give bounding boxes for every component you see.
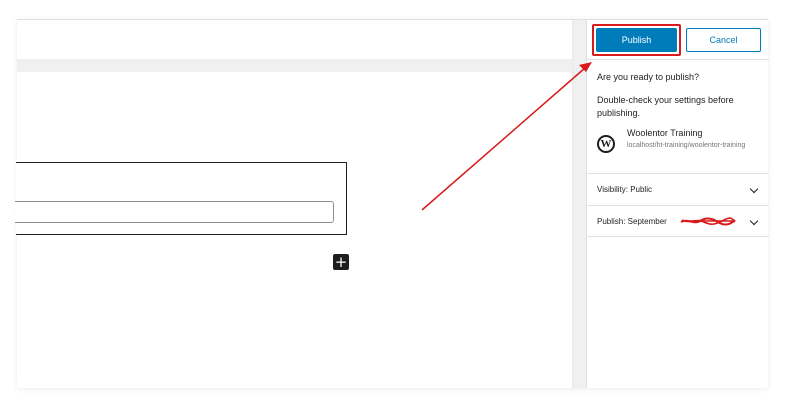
redaction-scribble: [680, 217, 736, 226]
block-inserter-button[interactable]: +: [333, 254, 349, 270]
site-url: localhost/ht-training/woolentor-training: [627, 142, 746, 149]
editor-toolbar: [17, 20, 572, 59]
publish-panel-header: Publish Cancel: [587, 20, 769, 60]
editor-canvas[interactable]: +: [15, 72, 572, 388]
plus-icon: +: [334, 252, 348, 271]
publish-date-panel[interactable]: Publish: September: [587, 205, 769, 237]
publish-panel: Publish Cancel Are you ready to publish?…: [586, 20, 769, 388]
editor-window: + Publish Cancel Are you ready to publis…: [15, 19, 769, 388]
site-name: Woolentor Training: [627, 128, 703, 138]
chevron-down-icon: [749, 184, 759, 194]
publish-prompt-description: Double-check your settings before publis…: [597, 95, 734, 118]
visibility-panel[interactable]: Visibility: Public: [587, 173, 769, 205]
block-text-input[interactable]: [15, 201, 334, 223]
editor-divider: [17, 59, 572, 72]
publish-date-label: Publish: September: [597, 217, 667, 226]
editor-scrollbar[interactable]: [572, 20, 586, 388]
publish-prompt: Are you ready to publish? Double-check y…: [597, 72, 762, 120]
chevron-down-icon: [749, 216, 759, 226]
block-editor: +: [15, 20, 572, 388]
publish-prompt-title: Are you ready to publish?: [597, 72, 700, 82]
content-block[interactable]: [15, 162, 347, 235]
site-info: W Woolentor Training localhost/ht-traini…: [597, 128, 762, 168]
wordpress-logo-icon: W: [597, 135, 615, 153]
cancel-button[interactable]: Cancel: [686, 28, 761, 52]
visibility-label: Visibility: Public: [597, 185, 652, 194]
publish-button[interactable]: Publish: [596, 28, 677, 52]
